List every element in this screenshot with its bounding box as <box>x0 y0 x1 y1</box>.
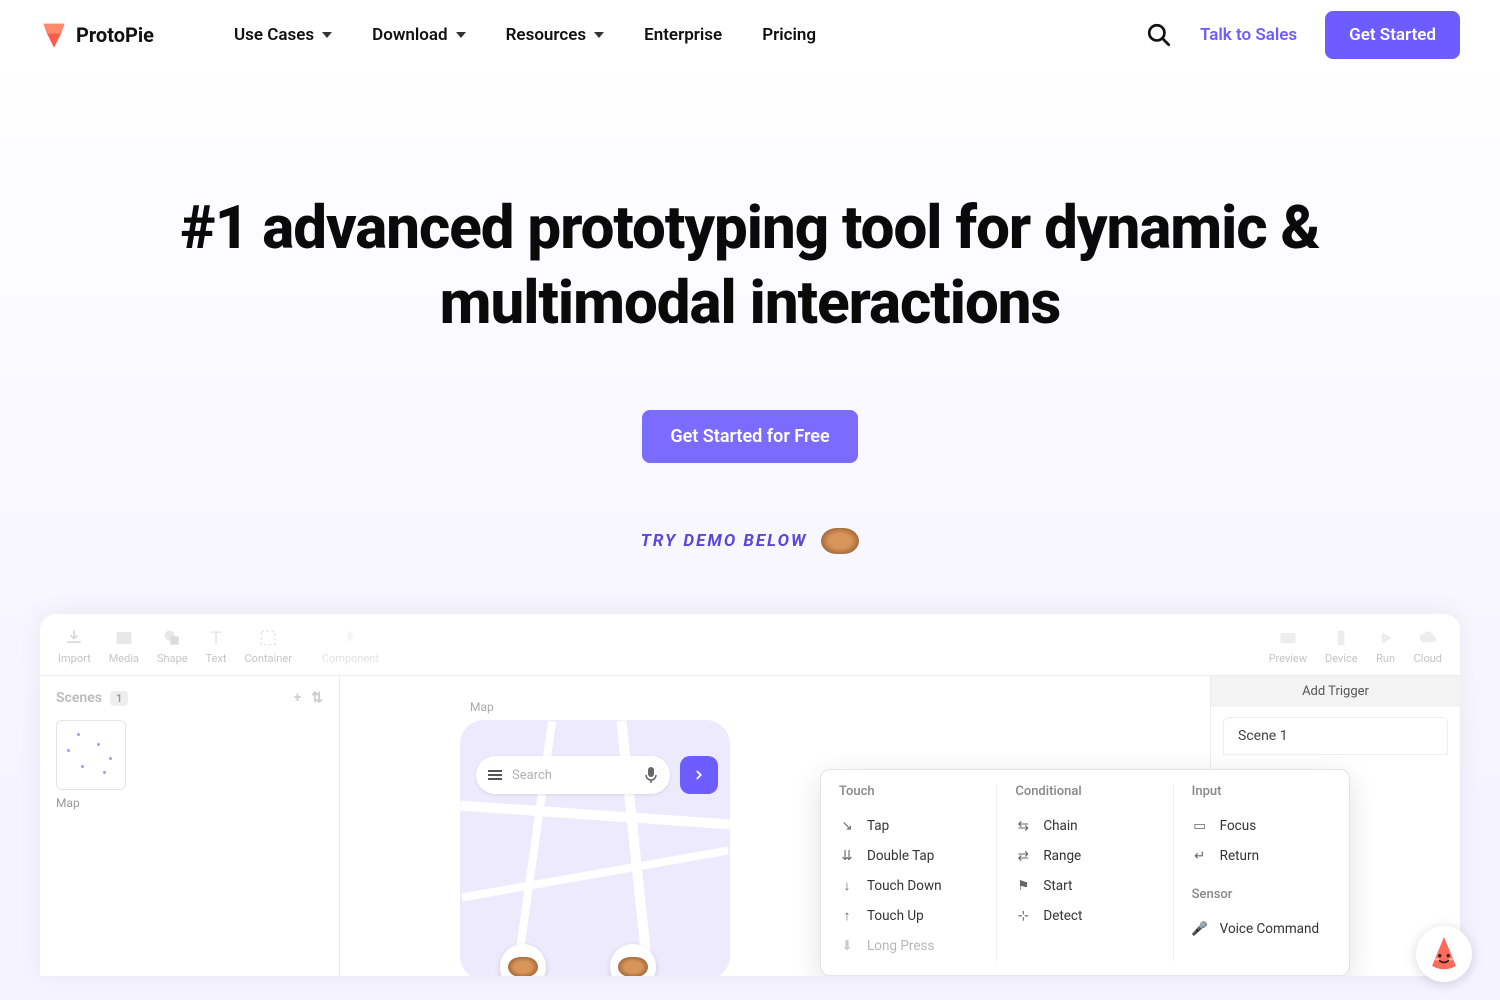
trigger-popover: Touch ↘Tap ⇊Double Tap ↓Touch Down ↑Touc… <box>820 769 1350 976</box>
demo-workspace: Scenes 1 + ⇅ Map Map Search <box>40 676 1460 976</box>
pie-icon <box>618 957 648 976</box>
component-icon <box>340 628 360 648</box>
popover-col-touch: Touch ↘Tap ⇊Double Tap ↓Touch Down ↑Touc… <box>821 784 997 961</box>
tool-preview[interactable]: Preview <box>1269 628 1307 665</box>
tool-run[interactable]: Run <box>1376 628 1396 665</box>
mascot-icon <box>1427 935 1461 973</box>
touch-down-icon: ↓ <box>839 878 855 894</box>
scenes-panel: Scenes 1 + ⇅ Map <box>40 676 340 976</box>
demo-app-shell: Import Media Shape Text Container Compon… <box>40 614 1460 976</box>
map-search-field[interactable]: Search <box>476 756 670 794</box>
popover-heading-input: Input <box>1192 784 1331 799</box>
scenes-title: Scenes <box>56 690 102 706</box>
tool-component[interactable]: Component <box>322 628 379 665</box>
nav-use-cases[interactable]: Use Cases <box>234 25 332 45</box>
add-trigger-button[interactable]: Add Trigger <box>1211 676 1460 707</box>
get-started-free-button[interactable]: Get Started for Free <box>642 410 857 463</box>
chain-icon: ⇆ <box>1015 818 1031 834</box>
primary-nav: Use Cases Download Resources Enterprise … <box>234 25 816 45</box>
add-scene-button[interactable]: + <box>294 690 302 706</box>
map-go-button[interactable] <box>680 756 718 794</box>
chevron-down-icon <box>456 32 466 38</box>
popover-heading-sensor: Sensor <box>1192 887 1331 902</box>
tool-media[interactable]: Media <box>109 628 139 665</box>
preview-icon <box>1278 628 1298 648</box>
try-demo-label: TRY DEMO BELOW <box>40 528 1460 554</box>
popover-heading-conditional: Conditional <box>1015 784 1154 799</box>
range-icon: ⇄ <box>1015 848 1031 864</box>
hero-headline: #1 advanced prototyping tool for dynamic… <box>40 190 1460 340</box>
trigger-start[interactable]: ⚑Start <box>1015 871 1154 901</box>
pie-icon <box>508 957 538 976</box>
device-icon <box>1331 628 1351 648</box>
site-header: ProtoPie Use Cases Download Resources En… <box>0 0 1500 70</box>
canvas-scene-label: Map <box>470 700 494 714</box>
trigger-long-press[interactable]: ⬇Long Press <box>839 931 978 961</box>
map-prototype[interactable]: Search <box>460 720 730 976</box>
detect-icon: ⊹ <box>1015 908 1031 924</box>
brand-name: ProtoPie <box>76 23 154 47</box>
trigger-tap[interactable]: ↘Tap <box>839 811 978 841</box>
talk-to-sales-link[interactable]: Talk to Sales <box>1200 25 1297 45</box>
trigger-touch-down[interactable]: ↓Touch Down <box>839 871 978 901</box>
voice-icon: 🎤 <box>1192 921 1208 937</box>
trigger-double-tap[interactable]: ⇊Double Tap <box>839 841 978 871</box>
demo-toolbar: Import Media Shape Text Container Compon… <box>40 614 1460 676</box>
cloud-icon <box>1418 628 1438 648</box>
chevron-right-icon <box>692 768 706 782</box>
trigger-chain[interactable]: ⇆Chain <box>1015 811 1154 841</box>
tool-container[interactable]: Container <box>245 628 292 665</box>
nav-download[interactable]: Download <box>372 25 465 45</box>
text-icon <box>206 628 226 648</box>
long-press-icon: ⬇ <box>839 938 855 954</box>
help-mascot-button[interactable] <box>1416 926 1472 982</box>
search-placeholder: Search <box>512 768 634 783</box>
brand-logo[interactable]: ProtoPie <box>40 21 154 49</box>
touch-up-icon: ↑ <box>839 908 855 924</box>
trigger-detect[interactable]: ⊹Detect <box>1015 901 1154 931</box>
get-started-button[interactable]: Get Started <box>1325 11 1460 59</box>
trigger-focus[interactable]: ▭Focus <box>1192 811 1331 841</box>
tool-text[interactable]: Text <box>206 628 227 665</box>
return-icon: ↵ <box>1192 848 1208 864</box>
popover-heading-touch: Touch <box>839 784 978 799</box>
container-icon <box>258 628 278 648</box>
popover-col-conditional: Conditional ⇆Chain ⇄Range ⚑Start ⊹Detect <box>997 784 1173 961</box>
start-icon: ⚑ <box>1015 878 1031 894</box>
chevron-down-icon <box>594 32 604 38</box>
media-icon <box>114 628 134 648</box>
trigger-range[interactable]: ⇄Range <box>1015 841 1154 871</box>
popover-col-input: Input ▭Focus ↵Return Sensor 🎤Voice Comma… <box>1174 784 1349 961</box>
trigger-return[interactable]: ↵Return <box>1192 841 1331 871</box>
focus-icon: ▭ <box>1192 818 1208 834</box>
nav-enterprise[interactable]: Enterprise <box>644 25 722 45</box>
scene-thumbnail[interactable] <box>56 720 126 790</box>
tap-icon: ↘ <box>839 818 855 834</box>
trigger-touch-up[interactable]: ↑Touch Up <box>839 901 978 931</box>
tool-shape[interactable]: Shape <box>157 628 188 665</box>
hamburger-icon[interactable] <box>488 770 502 780</box>
pie-icon <box>821 528 859 554</box>
search-icon[interactable] <box>1146 22 1172 48</box>
chevron-down-icon <box>322 32 332 38</box>
hero-section: #1 advanced prototyping tool for dynamic… <box>0 70 1500 594</box>
nav-resources[interactable]: Resources <box>506 25 605 45</box>
sort-scenes-button[interactable]: ⇅ <box>311 690 323 706</box>
tool-cloud[interactable]: Cloud <box>1414 628 1442 665</box>
trigger-voice-command[interactable]: 🎤Voice Command <box>1192 914 1331 944</box>
protopie-logo-icon <box>40 21 68 49</box>
tool-device[interactable]: Device <box>1325 628 1358 665</box>
double-tap-icon: ⇊ <box>839 848 855 864</box>
nav-pricing[interactable]: Pricing <box>762 25 816 45</box>
import-icon <box>64 628 84 648</box>
run-icon <box>1376 628 1396 648</box>
shape-icon <box>162 628 182 648</box>
mic-icon[interactable] <box>644 766 658 784</box>
tool-import[interactable]: Import <box>58 628 91 665</box>
scene-tab[interactable]: Scene 1 <box>1223 717 1448 755</box>
scenes-count-badge: 1 <box>110 691 128 706</box>
scene-label: Map <box>56 796 323 810</box>
